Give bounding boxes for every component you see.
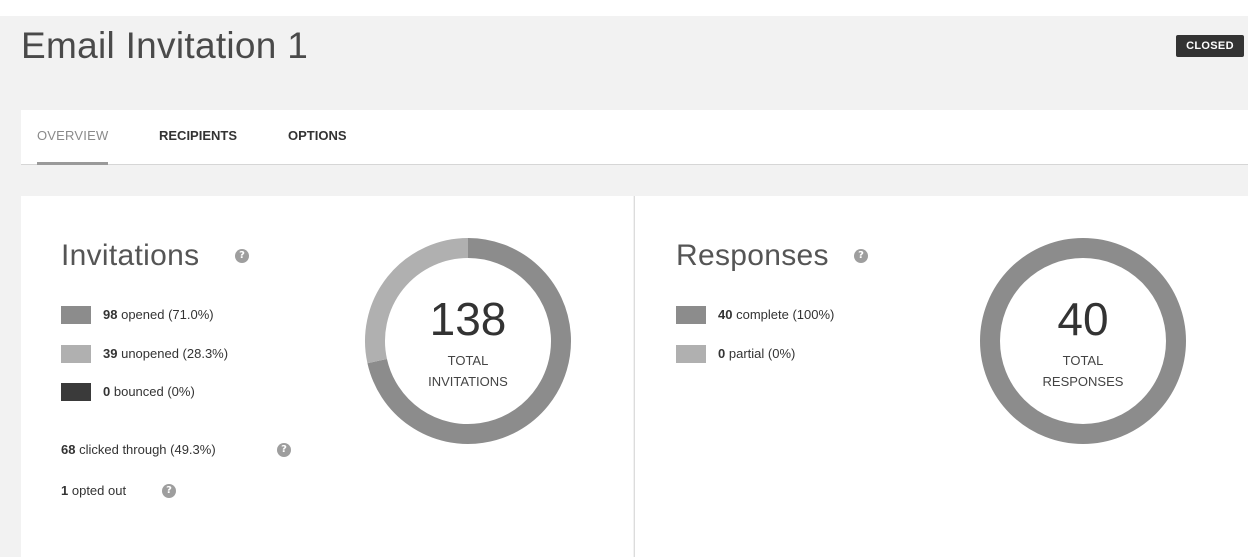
clicked-through-stat: 68 clicked through (49.3%)	[61, 442, 216, 457]
responses-total-label-1: TOTAL	[1062, 353, 1104, 368]
invitations-total-label-2: INVITATIONS	[428, 374, 508, 389]
invitations-donut: 138 TOTAL INVITATIONS	[363, 236, 573, 446]
legend-partial: 0 partial (0%)	[676, 344, 916, 364]
partial-swatch	[676, 345, 706, 363]
page-title: Email Invitation 1	[21, 25, 309, 66]
invitations-title: Invitations	[61, 239, 200, 272]
tab-recipients[interactable]: RECIPIENTS	[159, 110, 237, 164]
unopened-swatch	[61, 345, 91, 363]
unopened-label: 39 unopened (28.3%)	[103, 346, 229, 361]
bounced-label: 0 bounced (0%)	[103, 384, 195, 399]
complete-swatch	[676, 306, 706, 324]
responses-total: 40	[1057, 293, 1109, 345]
tab-options[interactable]: OPTIONS	[288, 110, 347, 164]
opened-swatch	[61, 306, 91, 324]
partial-label: 0 partial (0%)	[718, 346, 796, 361]
tab-bar: OVERVIEW RECIPIENTS OPTIONS	[21, 110, 1248, 165]
legend-unopened: 39 unopened (28.3%)	[61, 344, 321, 364]
opened-label: 98 opened (71.0%)	[103, 307, 214, 322]
responses-title: Responses	[676, 239, 829, 272]
responses-total-label-2: RESPONSES	[1042, 374, 1124, 389]
opted-out-help-icon[interactable]: ?	[162, 484, 176, 498]
status-badge: CLOSED	[1176, 35, 1244, 57]
legend-complete: 40 complete (100%)	[676, 305, 916, 325]
legend-opened: 98 opened (71.0%)	[61, 305, 321, 325]
top-bar	[0, 0, 1248, 16]
responses-help-icon[interactable]: ?	[854, 249, 868, 263]
invitations-total-label-1: TOTAL	[447, 353, 489, 368]
legend-bounced: 0 bounced (0%)	[61, 382, 321, 402]
responses-panel: Responses ? 40 complete (100%) 0 partial…	[634, 196, 1248, 557]
opted-out-stat: 1 opted out	[61, 483, 127, 498]
bounced-swatch	[61, 383, 91, 401]
tab-overview[interactable]: OVERVIEW	[37, 110, 109, 165]
invitations-panel: Invitations ? 98 opened (71.0%) 39 unope…	[21, 196, 633, 557]
clicked-through-help-icon[interactable]: ?	[277, 443, 291, 457]
complete-label: 40 complete (100%)	[718, 307, 835, 322]
invitations-help-icon[interactable]: ?	[235, 249, 249, 263]
invitations-total: 138	[429, 293, 507, 345]
responses-donut: 40 TOTAL RESPONSES	[978, 236, 1188, 446]
